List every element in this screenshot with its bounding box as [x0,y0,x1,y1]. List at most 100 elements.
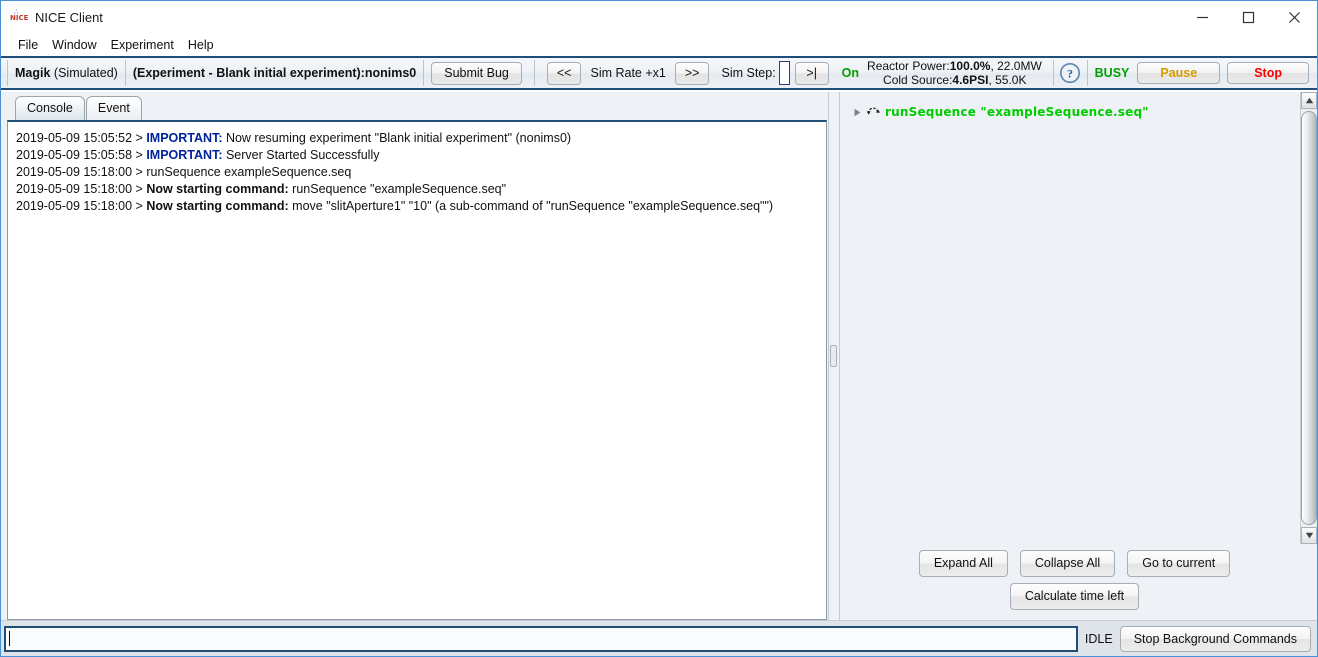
submit-bug-button[interactable]: Submit Bug [431,62,522,85]
sequence-scrollbar[interactable] [1300,92,1317,544]
console-line: 2019-05-09 15:18:00 > Now starting comma… [16,198,820,215]
console-tag: Now starting command: [146,199,288,213]
power-state-label: On [842,66,859,80]
sequence-actions: Expand All Collapse All Go to current Ca… [840,544,1317,620]
sim-rate-decrease-button[interactable]: << [547,62,582,85]
busy-status-label: BUSY [1095,66,1130,80]
sequence-pane: runSequence "exampleSequence.seq" [839,92,1317,620]
toolbar-divider [423,60,424,86]
sequence-actions-row-2: Calculate time left [1010,583,1139,610]
console-pane: Console Event 2019-05-09 15:05:52 > IMPO… [1,92,827,620]
scroll-down-icon[interactable] [1301,527,1317,544]
console-timestamp: 2019-05-09 15:05:52 > [16,131,146,145]
console-message: runSequence exampleSequence.seq [146,165,351,179]
console-timestamp: 2019-05-09 15:05:58 > [16,148,146,162]
reactor-power-extra: , 22.0MW [990,59,1041,73]
stop-button[interactable]: Stop [1227,62,1309,84]
maximize-button[interactable] [1225,1,1271,34]
sequence-tree: runSequence "exampleSequence.seq" [840,92,1300,544]
console-message: runSequence "exampleSequence.seq" [289,182,506,196]
reactor-power-value: 100.0% [950,59,991,73]
pause-button[interactable]: Pause [1137,62,1220,84]
console-tabstrip: Console Event [1,92,827,120]
stop-background-commands-button[interactable]: Stop Background Commands [1120,626,1311,652]
console-tag: IMPORTANT: [146,131,222,145]
console-line: 2019-05-09 15:05:52 > IMPORTANT: Now res… [16,130,820,147]
tab-console[interactable]: Console [15,96,85,120]
toolbar-divider [7,60,8,86]
sim-step-input[interactable] [779,61,790,85]
toolbar-divider [125,60,126,86]
running-circular-arrow-icon [864,104,882,120]
tab-event[interactable]: Event [86,96,142,120]
reactor-power-line: Reactor Power:100.0%, 22.0MW [867,59,1042,73]
calculate-time-left-button[interactable]: Calculate time left [1010,583,1139,610]
console-output[interactable]: 2019-05-09 15:05:52 > IMPORTANT: Now res… [7,120,827,620]
status-label: IDLE [1085,632,1113,646]
menu-item-window[interactable]: Window [45,36,103,54]
console-timestamp: 2019-05-09 15:18:00 > [16,182,146,196]
close-button[interactable] [1271,1,1317,34]
svg-text:?: ? [1067,66,1073,80]
pane-splitter[interactable] [827,92,839,620]
window-title: NICE Client [35,10,103,25]
console-tag: Now starting command: [146,182,288,196]
cold-source-value: 4.6PSI [952,73,988,87]
sim-step-forward-button[interactable]: >| [795,62,829,85]
sequence-actions-row-1: Expand All Collapse All Go to current [919,550,1230,577]
main-toolbar: Magik (Simulated) (Experiment - Blank in… [1,56,1317,90]
command-input[interactable] [4,626,1078,652]
expand-all-button[interactable]: Expand All [919,550,1008,577]
sim-rate-increase-button[interactable]: >> [675,62,710,85]
toolbar-divider [534,60,535,86]
menu-bar: File Window Experiment Help [1,34,1317,56]
reactor-status: Reactor Power:100.0%, 22.0MW Cold Source… [863,59,1048,87]
console-message: Now resuming experiment "Blank initial e… [222,131,571,145]
cold-source-extra: , 55.0K [988,73,1026,87]
title-bar: ∴ NICE NICE Client [1,1,1317,34]
scrollbar-track[interactable] [1301,109,1317,527]
menu-item-file[interactable]: File [11,36,45,54]
console-log: 2019-05-09 15:05:52 > IMPORTANT: Now res… [8,122,826,221]
toolbar-divider [1087,60,1088,86]
tree-item-label: runSequence "exampleSequence.seq" [885,105,1149,119]
main-content: Console Event 2019-05-09 15:05:52 > IMPO… [1,92,1317,620]
console-message: move "slitAperture1" "10" (a sub-command… [289,199,773,213]
console-line: 2019-05-09 15:18:00 > Now starting comma… [16,181,820,198]
scrollbar-thumb[interactable] [1301,111,1317,525]
reactor-power-label: Reactor Power: [867,59,950,73]
nice-client-window: ∴ NICE NICE Client File Window Experimen… [0,0,1318,657]
splitter-grip[interactable] [830,345,837,367]
text-caret [9,631,10,646]
menu-item-help[interactable]: Help [181,36,221,54]
cold-source-line: Cold Source:4.6PSI, 55.0K [867,73,1042,87]
console-timestamp: 2019-05-09 15:18:00 > [16,199,146,213]
experiment-id: nonims0 [365,66,416,80]
console-line: 2019-05-09 15:05:58 > IMPORTANT: Server … [16,147,820,164]
menu-item-experiment[interactable]: Experiment [104,36,181,54]
toolbar-divider [1053,60,1054,86]
sequence-tree-area: runSequence "exampleSequence.seq" [840,92,1317,544]
go-to-current-button[interactable]: Go to current [1127,550,1230,577]
app-logo-text: NICE [10,14,28,22]
experiment-label: (Experiment - Blank initial experiment):… [133,66,416,80]
console-timestamp: 2019-05-09 15:18:00 > [16,165,146,179]
instrument-mode: (Simulated) [54,66,118,80]
console-line: 2019-05-09 15:18:00 > runSequence exampl… [16,164,820,181]
scroll-up-icon[interactable] [1301,92,1317,109]
status-bar: IDLE Stop Background Commands [1,620,1317,656]
console-message: Server Started Successfully [222,148,379,162]
cold-source-label: Cold Source: [883,73,952,87]
window-controls [1179,1,1317,34]
experiment-title: (Experiment - Blank initial experiment): [133,66,365,80]
minimize-button[interactable] [1179,1,1225,34]
console-tag: IMPORTANT: [146,148,222,162]
instrument-name: Magik [15,66,50,80]
tree-row[interactable]: runSequence "exampleSequence.seq" [840,102,1300,122]
app-logo-icon: ∴ NICE [10,10,28,26]
collapse-all-button[interactable]: Collapse All [1020,550,1115,577]
collapsed-triangle-icon[interactable] [850,105,864,119]
help-circle-icon[interactable]: ? [1059,62,1082,85]
sim-step-label: Sim Step: [721,66,775,80]
sim-rate-label: Sim Rate +x1 [590,66,665,80]
